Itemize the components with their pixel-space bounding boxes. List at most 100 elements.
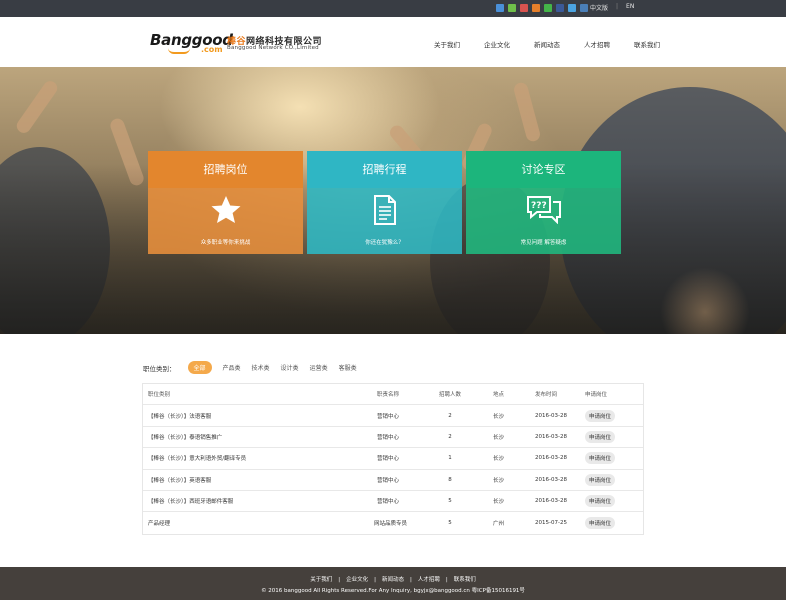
column-header: 招聘人数 (438, 392, 461, 399)
column-header: 地点 (493, 392, 505, 399)
job-headcount: 2 (448, 412, 452, 419)
job-location: 长沙 (493, 434, 505, 441)
nav-culture[interactable]: 企业文化 (484, 39, 510, 49)
hero-banner: 招聘岗位 众多职业等你来挑战 招聘行程 你还在犹豫么？ 讨论专区 ??? 常见问… (0, 67, 786, 334)
card-schedule[interactable]: 招聘行程 你还在犹豫么？ (307, 151, 462, 254)
filter-label: 职位类别： (143, 364, 176, 373)
job-date: 2016-03-28 (535, 433, 567, 440)
footer-link-news[interactable]: 新闻动态 (382, 577, 404, 583)
card-title: 招聘行程 (307, 151, 462, 188)
language-switch: 中文版 | EN (590, 3, 634, 12)
column-header: 职责名称 (376, 392, 399, 399)
nav-careers[interactable]: 人才招聘 (584, 39, 610, 49)
apply-button[interactable]: 申请岗位 (585, 495, 616, 508)
footer-link-culture[interactable]: 企业文化 (346, 577, 368, 583)
filter-tag-operations[interactable]: 运营类 (310, 363, 328, 372)
sina-weibo-icon[interactable] (520, 4, 528, 12)
table-row: 【棒谷（长沙）】法语客服 营销中心 2 长沙 2016-03-28 申请岗位 (143, 405, 643, 427)
copyright-text: © 2016 banggood All Rights Reserved.For … (261, 588, 525, 594)
footer-separator: | (374, 577, 376, 583)
job-location: 长沙 (493, 477, 505, 484)
card-description: 常见问题 解答疑虑 (520, 240, 567, 246)
table-row: 产品经理 网站品质专员 5 广州 2015-07-25 申请岗位 (143, 512, 643, 533)
column-header: 申请岗位 (585, 392, 608, 399)
tencent-weibo-icon[interactable] (508, 4, 516, 12)
logo-domain: .com (201, 45, 223, 54)
apply-button[interactable]: 申请岗位 (585, 409, 616, 422)
nav-news[interactable]: 新闻动态 (534, 39, 560, 49)
renren-icon[interactable] (532, 4, 540, 12)
footer-link-about[interactable]: 关于我们 (310, 577, 332, 583)
card-discussion[interactable]: 讨论专区 ??? 常见问题 解答疑虑 (466, 151, 621, 254)
job-date: 2016-03-28 (535, 498, 567, 505)
chat-bubble-icon: ??? (526, 196, 561, 224)
footer-link-contact[interactable]: 联系我们 (454, 577, 476, 583)
job-department: 营销中心 (376, 456, 399, 463)
column-header: 职位类别 (148, 392, 171, 399)
job-title-link[interactable]: 【棒谷（长沙）】意大利语外贸/翻译专员 (148, 454, 246, 462)
card-body: 众多职业等你来挑战 (148, 188, 303, 254)
footer-separator: | (410, 577, 412, 583)
card-positions[interactable]: 招聘岗位 众多职业等你来挑战 (148, 151, 303, 254)
job-headcount: 1 (448, 455, 452, 462)
card-description: 你还在犹豫么？ (365, 240, 404, 246)
job-title-link[interactable]: 产品经理 (148, 519, 170, 527)
card-body: ??? 常见问题 解答疑虑 (466, 188, 621, 254)
lang-separator: | (616, 3, 619, 10)
lang-cn-link[interactable]: 中文版 (590, 3, 608, 12)
linkedin-icon[interactable] (580, 4, 588, 12)
table-row: 【棒谷（长沙）】西班牙语邮件客服 营销中心 5 长沙 2016-03-28 申请… (143, 491, 643, 513)
job-headcount: 5 (448, 520, 452, 527)
job-location: 长沙 (493, 413, 505, 420)
logo-smile-icon (168, 48, 190, 54)
filter-tag-all[interactable]: 全部 (187, 361, 212, 374)
banner-raised-arm (14, 78, 60, 136)
job-headcount: 5 (448, 498, 452, 505)
filter-tag-service[interactable]: 客服类 (339, 363, 357, 372)
job-category-filter: 职位类别： 全部 产品类 技术类 设计类 运营类 客服类 (143, 361, 368, 374)
card-title: 招聘岗位 (148, 151, 303, 188)
job-department: 营销中心 (376, 434, 399, 441)
filter-tag-product[interactable]: 产品类 (223, 363, 241, 372)
table-row: 【棒谷（长沙）】英语客服 营销中心 8 长沙 2016-03-28 申请岗位 (143, 470, 643, 491)
star-icon (211, 196, 240, 223)
document-icon (373, 195, 396, 225)
job-title-link[interactable]: 【棒谷（长沙）】泰语销售推广 (148, 433, 222, 441)
footer-nav: 关于我们 | 企业文化 | 新闻动态 | 人才招聘 | 联系我们 (0, 575, 786, 583)
job-date: 2015-07-25 (535, 520, 567, 527)
lang-en-link[interactable]: EN (626, 3, 634, 12)
nav-about[interactable]: 关于我们 (434, 39, 460, 49)
nav-contact[interactable]: 联系我们 (634, 39, 660, 49)
apply-button[interactable]: 申请岗位 (585, 452, 616, 465)
filter-tag-design[interactable]: 设计类 (281, 363, 299, 372)
banner-raised-arm (512, 81, 542, 143)
job-department: 营销中心 (376, 499, 399, 506)
facebook-icon[interactable] (556, 4, 564, 12)
filter-tag-tech[interactable]: 技术类 (252, 363, 270, 372)
job-headcount: 2 (448, 433, 452, 440)
job-title-link[interactable]: 【棒谷（长沙）】法语客服 (148, 412, 211, 420)
job-date: 2016-03-28 (535, 476, 567, 483)
apply-button[interactable]: 申请岗位 (585, 473, 616, 486)
card-body: 你还在犹豫么？ (307, 188, 462, 254)
footer-link-careers[interactable]: 人才招聘 (418, 577, 440, 583)
job-title-link[interactable]: 【棒谷（长沙）】英语客服 (148, 476, 211, 484)
site-header: Banggood .com 棒谷网络科技有限公司 Banggood Networ… (0, 17, 786, 67)
card-description: 众多职业等你来挑战 (200, 240, 251, 246)
company-name-en: Banggood Network CO.,Limited (227, 45, 319, 51)
banggood-logo[interactable]: Banggood .com (150, 31, 233, 55)
apply-button[interactable]: 申请岗位 (585, 430, 616, 443)
table-row: 【棒谷（长沙）】意大利语外贸/翻译专员 营销中心 1 长沙 2016-03-28… (143, 448, 643, 470)
job-location: 长沙 (493, 456, 505, 463)
site-footer: 关于我们 | 企业文化 | 新闻动态 | 人才招聘 | 联系我们 © 2016 banggood… (0, 567, 786, 600)
card-title: 讨论专区 (466, 151, 621, 188)
footer-separator: | (338, 577, 341, 583)
wechat-icon[interactable] (544, 4, 552, 12)
job-department: 营销中心 (376, 477, 399, 484)
job-location: 广州 (493, 521, 505, 528)
qzone-icon[interactable] (496, 4, 504, 12)
twitter-icon[interactable] (568, 4, 576, 12)
job-title-link[interactable]: 【棒谷（长沙）】西班牙语邮件客服 (148, 497, 233, 505)
apply-button[interactable]: 申请岗位 (585, 517, 616, 530)
footer-separator: | (445, 577, 448, 583)
